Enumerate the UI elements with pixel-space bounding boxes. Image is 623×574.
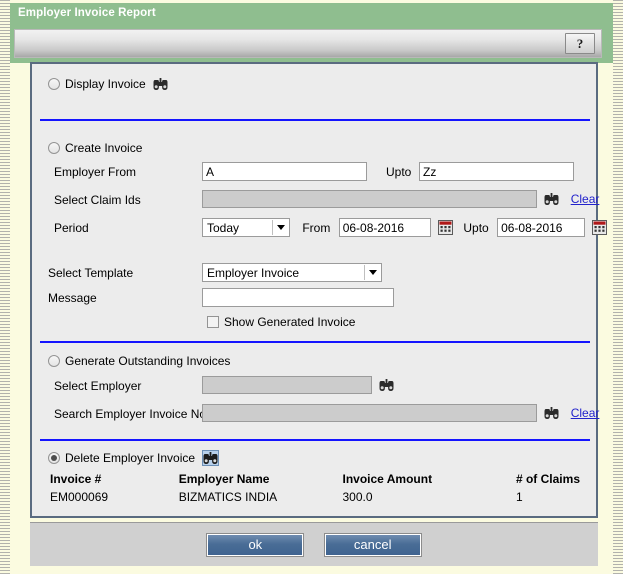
page-margin-right [613,0,623,574]
select-template-select[interactable]: Employer Invoice [202,263,382,282]
employer-upto-input[interactable] [419,162,574,181]
select-divider [272,220,273,235]
chevron-down-icon [369,270,377,275]
select-claim-ids-label-wrap: Select Claim Ids [54,192,141,207]
select-template-field-wrap[interactable]: Employer Invoice [202,263,382,282]
display-invoice-option-row[interactable]: Display Invoice [48,76,169,91]
message-label: Message [48,290,97,305]
search-employer-invoice-nos-field-wrap[interactable]: Clear [202,404,599,422]
ok-button[interactable]: ok [206,533,305,557]
employer-from-field-wrap[interactable] [202,162,367,181]
delete-employer-invoice-label: Delete Employer Invoice [65,450,196,465]
radio-generate-outstanding-invoices[interactable] [48,354,60,367]
period-from-label: From [302,220,331,235]
period-upto-label: Upto [463,220,489,235]
column-header-number-of-claims: # of Claims [515,472,580,486]
radio-delete-employer-invoice[interactable] [48,451,60,464]
radio-display-invoice[interactable] [48,77,60,90]
table-header-row: Invoice # Employer Name Invoice Amount #… [50,472,580,490]
select-claim-ids-label: Select Claim Ids [54,192,141,207]
delete-employer-invoice-option-row[interactable]: Delete Employer Invoice [48,449,220,466]
period-upto-input[interactable] [497,218,586,237]
employer-invoice-report-window: Employer Invoice Report ? Display Invoic… [0,0,623,574]
employer-from-label: Employer From [54,164,137,179]
cell-employer-name: BIZMATICS INDIA [178,490,278,504]
column-header-invoice-number: Invoice # [50,472,102,486]
show-generated-invoice-row[interactable]: Show Generated Invoice [207,314,355,329]
display-invoice-label: Display Invoice [65,76,146,91]
employer-upto-label: Upto [386,164,412,179]
calendar-icon[interactable] [592,220,608,235]
search-employer-invoice-nos-label: Search Employer Invoice Nos [54,406,213,421]
page-margin-left [0,0,10,574]
select-template-label: Select Template [48,265,134,280]
footer-button-group: ok cancel [30,533,598,557]
period-label-wrap: Period [54,220,89,235]
select-template-label-wrap: Select Template [48,265,133,280]
employer-from-input[interactable] [202,162,367,181]
select-template-value: Employer Invoice [207,266,300,280]
select-employer-input[interactable] [202,376,372,394]
message-label-wrap: Message [48,290,97,305]
search-employer-invoice-nos-label-wrap: Search Employer Invoice Nos [54,406,212,421]
separator-2 [40,341,590,343]
help-button[interactable]: ? [565,33,595,54]
generate-outstanding-option-row[interactable]: Generate Outstanding Invoices [48,353,230,368]
binoculars-icon[interactable] [153,76,169,91]
toolbar: ? [14,29,602,58]
binoculars-icon[interactable] [544,406,560,420]
create-invoice-label: Create Invoice [65,140,143,155]
cell-invoice-number: EM000069 [50,490,109,504]
binoculars-icon[interactable] [202,449,220,466]
binoculars-icon[interactable] [379,378,395,392]
radio-create-invoice[interactable] [48,141,60,154]
dialog-footer: ok cancel [30,522,598,566]
select-divider [364,265,365,280]
period-controls-row[interactable]: Today From Upto [202,218,608,237]
employer-upto-field-wrap[interactable] [419,162,574,181]
select-employer-field-wrap[interactable] [202,376,395,394]
window-title: Employer Invoice Report [18,7,156,19]
clear-employer-invoice-nos-link[interactable]: Clear [571,406,600,420]
period-select[interactable]: Today [202,218,290,237]
column-header-employer-name: Employer Name [178,472,270,486]
message-field-wrap[interactable] [202,288,394,307]
employer-upto-label-wrap: Upto [386,164,411,179]
binoculars-icon[interactable] [544,192,560,206]
period-label: Period [54,220,89,235]
table-row[interactable]: EM000069 BIZMATICS INDIA 300.0 1 [50,490,580,504]
create-invoice-option-row[interactable]: Create Invoice [48,140,142,155]
invoice-table: Invoice # Employer Name Invoice Amount #… [50,472,580,504]
main-panel: Display Invoice Create Invoice Employer … [30,62,608,518]
separator-1 [40,119,590,121]
cell-invoice-amount: 300.0 [342,490,373,504]
period-from-input[interactable] [338,218,431,237]
select-claim-ids-input[interactable] [202,190,537,208]
employer-from-label-wrap: Employer From [54,164,136,179]
clear-claim-ids-link[interactable]: Clear [571,192,600,206]
calendar-icon[interactable] [438,220,454,235]
chevron-down-icon [277,225,285,230]
cell-number-of-claims: 1 [515,490,523,504]
column-header-invoice-amount: Invoice Amount [342,472,433,486]
select-claim-ids-field-wrap[interactable]: Clear [202,190,599,208]
generate-outstanding-label: Generate Outstanding Invoices [65,353,231,368]
cancel-button[interactable]: cancel [323,533,422,557]
select-employer-label: Select Employer [54,378,142,393]
search-employer-invoice-nos-input[interactable] [202,404,537,422]
message-input[interactable] [202,288,394,307]
checkbox-show-generated-invoice[interactable] [207,315,219,328]
show-generated-invoice-label: Show Generated Invoice [224,314,356,329]
select-employer-label-wrap: Select Employer [54,378,141,393]
window-titlebar: Employer Invoice Report [10,3,613,25]
separator-3 [40,439,590,441]
